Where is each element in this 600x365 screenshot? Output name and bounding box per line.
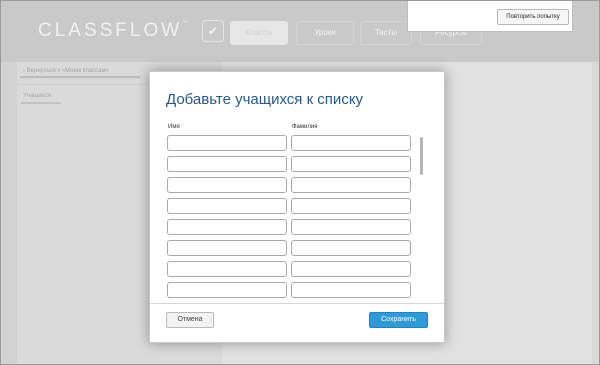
student-row bbox=[167, 219, 421, 235]
first-name-input[interactable] bbox=[167, 135, 287, 151]
last-name-input[interactable] bbox=[291, 156, 411, 172]
student-row bbox=[167, 156, 421, 172]
last-name-input[interactable] bbox=[291, 240, 411, 256]
tab-lessons[interactable]: Уроки bbox=[296, 21, 354, 45]
students-section-label[interactable]: Учащиеся bbox=[23, 93, 51, 99]
last-name-input[interactable] bbox=[291, 135, 411, 151]
connection-notice: Повторить попытку bbox=[407, 0, 573, 32]
student-row bbox=[167, 198, 421, 214]
student-row bbox=[167, 177, 421, 193]
student-rows bbox=[167, 135, 421, 301]
chevron-left-icon: ‹ bbox=[23, 68, 25, 74]
rows-scrollbar[interactable] bbox=[420, 135, 424, 301]
back-link-underline bbox=[20, 76, 140, 78]
trademark-mark: ™ bbox=[182, 20, 188, 26]
add-students-dialog: Добавьте учащихся к списку Имя Фамилия О… bbox=[149, 71, 445, 343]
first-name-input[interactable] bbox=[167, 261, 287, 277]
save-button[interactable]: Сохранить bbox=[369, 312, 428, 328]
student-row bbox=[167, 261, 421, 277]
tab-tests[interactable]: Тесты bbox=[360, 21, 412, 45]
last-name-input[interactable] bbox=[291, 219, 411, 235]
student-row bbox=[167, 240, 421, 256]
scrollbar-thumb[interactable] bbox=[420, 137, 423, 175]
logo-text: CLASSFLOW bbox=[38, 20, 183, 41]
last-name-input[interactable] bbox=[291, 198, 411, 214]
students-section-underline bbox=[21, 102, 61, 104]
back-link-label: Вернуться к «Моим классам» bbox=[26, 68, 109, 74]
first-name-header: Имя bbox=[168, 124, 180, 130]
student-row bbox=[167, 135, 421, 151]
dialog-title: Добавьте учащихся к списку bbox=[166, 91, 364, 108]
classflow-logo[interactable]: CLASSFLOW™ bbox=[38, 20, 187, 42]
back-to-classes-link[interactable]: ‹ Вернуться к «Моим классам» bbox=[23, 68, 109, 74]
last-name-header: Фамилия bbox=[292, 124, 318, 130]
student-row bbox=[167, 282, 421, 298]
first-name-input[interactable] bbox=[167, 177, 287, 193]
page-edge bbox=[0, 62, 17, 365]
cancel-button[interactable]: Отмена bbox=[166, 312, 214, 328]
last-name-input[interactable] bbox=[291, 282, 411, 298]
tab-classes[interactable]: Классы bbox=[230, 21, 288, 45]
retry-button[interactable]: Повторить попытку bbox=[497, 9, 569, 25]
last-name-input[interactable] bbox=[291, 177, 411, 193]
first-name-input[interactable] bbox=[167, 156, 287, 172]
last-name-input[interactable] bbox=[291, 261, 411, 277]
first-name-input[interactable] bbox=[167, 240, 287, 256]
dialog-footer-divider bbox=[150, 303, 444, 304]
first-name-input[interactable] bbox=[167, 219, 287, 235]
first-name-input[interactable] bbox=[167, 282, 287, 298]
checkmark-icon[interactable]: ✔ bbox=[202, 20, 224, 42]
first-name-input[interactable] bbox=[167, 198, 287, 214]
